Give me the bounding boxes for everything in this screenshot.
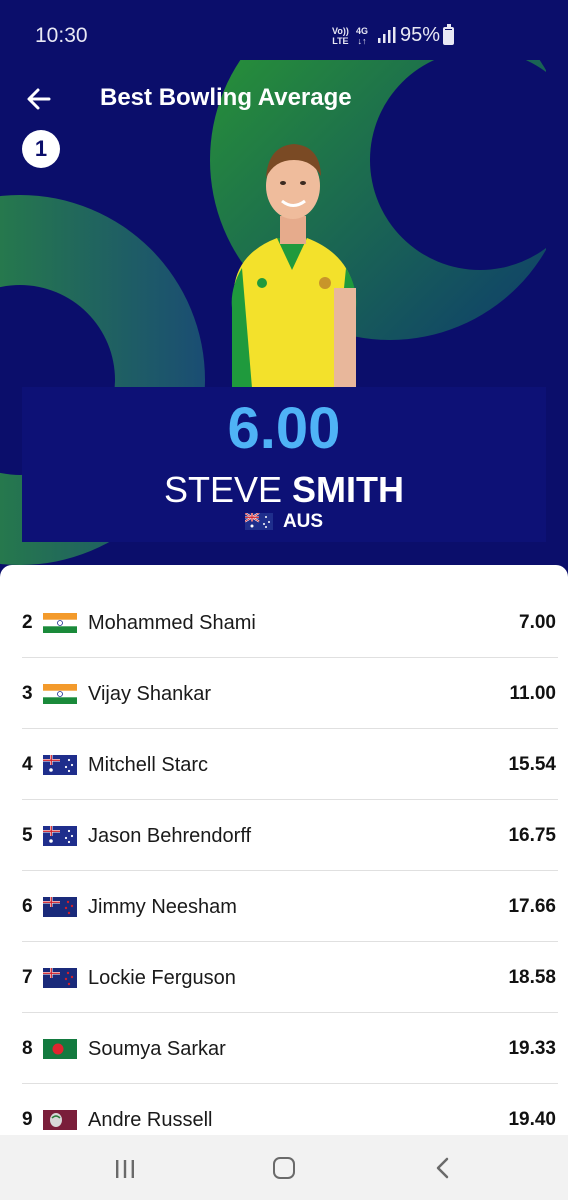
battery-percent: 95% bbox=[400, 24, 441, 46]
row-rank: 5 bbox=[22, 825, 33, 846]
leader-rank-badge: 1 bbox=[22, 130, 60, 168]
page-title: Best Bowling Average bbox=[100, 84, 352, 111]
bangladesh-flag-icon bbox=[43, 1039, 77, 1059]
row-player-name: Mohammed Shami bbox=[88, 612, 256, 634]
leaderboard-row[interactable]: 3 Vijay Shankar 11.00 bbox=[22, 658, 558, 729]
row-rank: 7 bbox=[22, 967, 33, 988]
row-player-name: Jason Behrendorff bbox=[88, 825, 252, 847]
leader-first-name: STEVE bbox=[163, 469, 283, 510]
row-player-name: Andre Russell bbox=[88, 1109, 213, 1131]
data-type-label: 4G bbox=[356, 26, 369, 36]
india-flag-icon bbox=[43, 613, 77, 633]
row-value: 11.00 bbox=[509, 683, 557, 704]
west-indies-flag-icon bbox=[43, 1110, 77, 1130]
row-player-name: Lockie Ferguson bbox=[88, 967, 236, 989]
australia-flag-icon bbox=[43, 826, 77, 846]
row-value: 18.58 bbox=[508, 967, 556, 988]
row-player-name: Vijay Shankar bbox=[88, 683, 212, 705]
row-value: 15.54 bbox=[508, 754, 556, 775]
row-player-name: Mitchell Starc bbox=[88, 754, 209, 776]
status-time: 10:30 bbox=[35, 24, 88, 47]
row-value: 7.00 bbox=[519, 612, 556, 633]
leaderboard-row[interactable]: 5 Jason Behrendorff 16.75 bbox=[22, 800, 558, 871]
home-icon[interactable] bbox=[273, 1157, 295, 1179]
arrow-left-icon bbox=[27, 88, 51, 110]
row-rank: 9 bbox=[22, 1109, 33, 1130]
row-player-name: Jimmy Neesham bbox=[88, 896, 237, 918]
row-rank: 2 bbox=[22, 612, 33, 633]
leaderboard-row[interactable]: 6 Jimmy Neesham 17.66 bbox=[22, 871, 558, 942]
recents-icon[interactable] bbox=[114, 1158, 136, 1180]
leader-country: AUS bbox=[22, 511, 546, 533]
status-bar: 10:30 Vo)) LTE 4G ↓↑ 95% bbox=[0, 0, 568, 72]
row-rank: 3 bbox=[22, 683, 33, 704]
leader-country-code: AUS bbox=[282, 511, 324, 532]
volte-indicator: Vo)) LTE bbox=[332, 26, 349, 46]
row-rank: 6 bbox=[22, 896, 33, 917]
new-zealand-flag-icon bbox=[43, 897, 77, 917]
row-value: 19.33 bbox=[508, 1038, 556, 1059]
india-flag-icon bbox=[43, 684, 77, 704]
battery-icon bbox=[443, 24, 454, 45]
back-button[interactable] bbox=[22, 82, 56, 116]
leader-name: STEVE SMITH bbox=[22, 469, 546, 511]
row-value: 19.40 bbox=[508, 1109, 556, 1130]
row-rank: 8 bbox=[22, 1038, 33, 1059]
signal-icon bbox=[378, 27, 396, 43]
system-nav-bar bbox=[0, 1135, 568, 1200]
leaderboard-list[interactable]: 2 Mohammed Shami 7.00 3 Vijay Shankar 11… bbox=[0, 565, 568, 1135]
row-rank: 4 bbox=[22, 754, 33, 775]
data-arrows-icon: ↓↑ bbox=[357, 36, 367, 46]
leaderboard-row[interactable]: 2 Mohammed Shami 7.00 bbox=[22, 587, 558, 658]
hero-section: 10:30 Vo)) LTE 4G ↓↑ 95% Best Bowling Av… bbox=[0, 0, 568, 600]
row-value: 16.75 bbox=[508, 825, 556, 846]
volte-label: Vo)) bbox=[332, 26, 349, 36]
leaderboard-row[interactable]: 9 Andre Russell 19.40 bbox=[22, 1084, 558, 1135]
row-player-name: Soumya Sarkar bbox=[88, 1038, 226, 1060]
player-photo bbox=[231, 144, 357, 388]
australia-flag-icon bbox=[244, 512, 273, 530]
leader-card[interactable]: 6.00 STEVE SMITH AUS bbox=[22, 387, 546, 542]
new-zealand-flag-icon bbox=[43, 968, 77, 988]
leader-score: 6.00 bbox=[227, 396, 341, 461]
leaderboard-row[interactable]: 8 Soumya Sarkar 19.33 bbox=[22, 1013, 558, 1084]
leader-last-name: SMITH bbox=[292, 469, 405, 510]
back-chevron-icon[interactable] bbox=[432, 1157, 454, 1179]
lte-label: LTE bbox=[332, 36, 349, 46]
australia-flag-icon bbox=[43, 755, 77, 775]
leaderboard-row[interactable]: 7 Lockie Ferguson 18.58 bbox=[22, 942, 558, 1013]
data-type-indicator: 4G ↓↑ bbox=[356, 26, 368, 46]
row-value: 17.66 bbox=[508, 896, 556, 917]
leaderboard-row[interactable]: 4 Mitchell Starc 15.54 bbox=[22, 729, 558, 800]
